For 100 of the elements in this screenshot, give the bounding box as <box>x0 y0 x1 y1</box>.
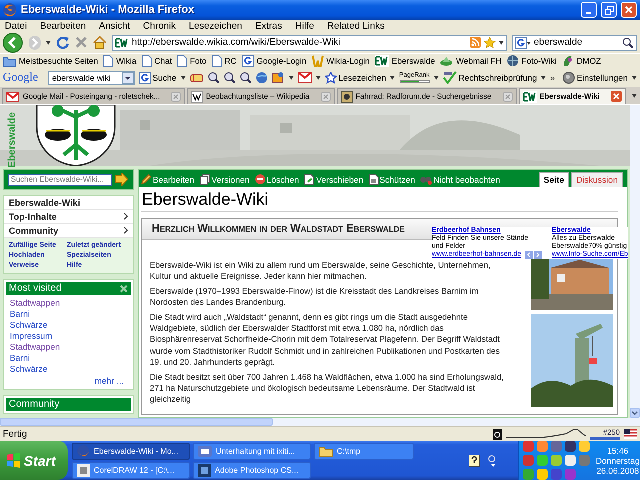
tray-icon[interactable] <box>522 440 535 453</box>
page-action[interactable]: Verschieben <box>304 172 364 187</box>
flag-icon[interactable] <box>624 429 637 439</box>
menu-item[interactable]: Extras <box>255 20 282 32</box>
tray-icon[interactable] <box>564 440 577 453</box>
star-outline-icon <box>324 72 337 84</box>
tab-favicon <box>340 90 353 102</box>
menu-item[interactable]: Hilfe <box>295 20 314 32</box>
clock-date: 26.06.2008 <box>596 466 640 476</box>
taskbar-button[interactable]: Eberswalde-Wiki - Mo... <box>72 442 190 460</box>
page-action[interactable]: Versionen <box>200 172 250 187</box>
tab-close-icon[interactable] <box>502 92 513 102</box>
search-go-icon[interactable] <box>115 173 129 186</box>
taskbar-button[interactable]: CorelDRAW 12 - [C:\... <box>72 462 190 478</box>
more-link[interactable]: mehr ... <box>92 375 127 387</box>
minimize-button[interactable] <box>581 2 597 18</box>
page-link[interactable]: Impressum <box>10 331 52 341</box>
bookmark[interactable]: RC <box>212 55 237 67</box>
welcome-heading: Herzlich Willkommen in der Waldstadt Eberswalde <box>152 223 405 235</box>
bookmarks-button[interactable]: Lesezeichen <box>324 72 386 84</box>
address-field[interactable]: http://eberswalde.wikia.com/wiki/Eberswalde-Wiki <box>112 34 507 50</box>
home-button[interactable] <box>93 36 107 49</box>
tab-close-icon[interactable] <box>320 92 331 102</box>
page-tab[interactable]: Seite <box>538 172 570 187</box>
restore-button[interactable] <box>601 2 617 18</box>
highlighter-icon <box>190 72 204 84</box>
tab-favicon <box>191 90 204 102</box>
bookmark[interactable]: Foto <box>177 55 207 67</box>
help-icon[interactable] <box>469 454 480 466</box>
spellcheck-button[interactable]: Rechtschreibprüfung <box>442 71 538 84</box>
history-dropdown[interactable] <box>46 40 51 44</box>
caret-icon <box>434 76 439 80</box>
caret-icon <box>499 40 504 44</box>
page-action[interactable]: Nicht beobachten <box>420 172 500 187</box>
taskbar-button[interactable]: Unterhaltung mit ixiti... <box>193 442 311 460</box>
stop-button[interactable] <box>75 36 88 49</box>
caret-icon <box>316 76 321 80</box>
tab-close-icon[interactable] <box>171 92 182 102</box>
settings-button[interactable]: Einstellungen <box>562 72 628 84</box>
menu-item[interactable]: Related Links <box>327 20 385 32</box>
search-icon <box>622 36 634 48</box>
bookmark[interactable]: Webmail FH <box>440 56 502 66</box>
site-search-icon <box>240 72 252 84</box>
menu-item[interactable]: Datei <box>5 20 28 32</box>
page-action[interactable]: Bearbeiten <box>141 172 195 187</box>
page-link[interactable]: Schwärze <box>10 320 48 330</box>
search-engine-icon <box>515 36 531 48</box>
next-icon[interactable] <box>534 251 542 259</box>
page-tab[interactable]: Diskussion <box>571 172 623 187</box>
search-field[interactable]: eberswalde <box>512 34 637 50</box>
close-button[interactable] <box>621 2 637 18</box>
close-icon <box>625 6 633 14</box>
horizontal-scrollbar[interactable] <box>0 418 640 426</box>
menu-item[interactable]: Ansicht <box>99 20 130 32</box>
start-button[interactable]: Start <box>0 441 68 480</box>
forward-button[interactable] <box>29 36 41 50</box>
taskbar-button[interactable]: C:\tmp <box>314 442 414 460</box>
app-icon <box>198 464 211 476</box>
page-link[interactable]: Barni <box>10 309 30 319</box>
bookmark[interactable]: Google-Login <box>242 55 307 67</box>
app-icon <box>77 464 90 476</box>
close-icon[interactable] <box>120 284 128 292</box>
page-link[interactable]: Stadtwappen <box>10 342 60 352</box>
menu-item[interactable]: Chronik <box>143 20 176 32</box>
page-link[interactable]: Stadtwappen <box>10 298 60 308</box>
sidebar-item[interactable]: Top-Inhalte <box>4 210 133 224</box>
menu-item[interactable]: Bearbeiten <box>40 20 86 32</box>
page-action[interactable]: Schützen <box>368 172 416 187</box>
taskbar-button[interactable]: Adobe Photoshop CS... <box>193 462 311 478</box>
network-icon[interactable] <box>488 454 498 466</box>
page-action[interactable]: Löschen <box>254 172 300 187</box>
tray-icon[interactable] <box>550 440 563 453</box>
caret-icon <box>46 40 51 44</box>
firefox-icon <box>3 3 17 17</box>
tab-close-icon[interactable] <box>611 91 622 102</box>
bookmark[interactable]: DMOZ <box>562 55 602 67</box>
page-link[interactable]: Schwärze <box>10 364 48 374</box>
bookmark[interactable]: Foto-Wiki <box>506 55 557 67</box>
more-button[interactable]: » <box>550 72 555 82</box>
bookmark[interactable]: Wikia-Login <box>312 55 370 67</box>
bookmark[interactable]: Wikia <box>103 55 137 67</box>
status-text: Fertig <box>3 428 28 440</box>
home-icon <box>93 36 107 49</box>
menu-item[interactable]: Lesezeichen <box>189 20 242 32</box>
alexa-icon <box>493 428 502 440</box>
scroll-down-icon[interactable] <box>630 408 640 418</box>
sidebar-item[interactable]: Eberswalde-Wiki <box>4 196 133 210</box>
feed-icon <box>470 37 481 48</box>
bookmark[interactable]: Eberswalde <box>374 55 436 67</box>
reload-button[interactable] <box>56 36 70 50</box>
google-search-button[interactable]: Suche <box>138 72 177 84</box>
google-search-field[interactable]: eberswalde wiki <box>48 70 135 84</box>
back-button[interactable] <box>3 32 24 52</box>
minus-circle-icon <box>254 174 266 185</box>
page-link[interactable]: Barni <box>10 353 30 363</box>
bookmark[interactable]: Chat <box>142 55 172 67</box>
vertical-scrollbar[interactable] <box>630 105 640 418</box>
bookmark[interactable]: Meistbesuchte Seiten <box>3 56 98 66</box>
previous-icon[interactable] <box>524 251 533 259</box>
forward-arrow-icon <box>29 36 41 50</box>
